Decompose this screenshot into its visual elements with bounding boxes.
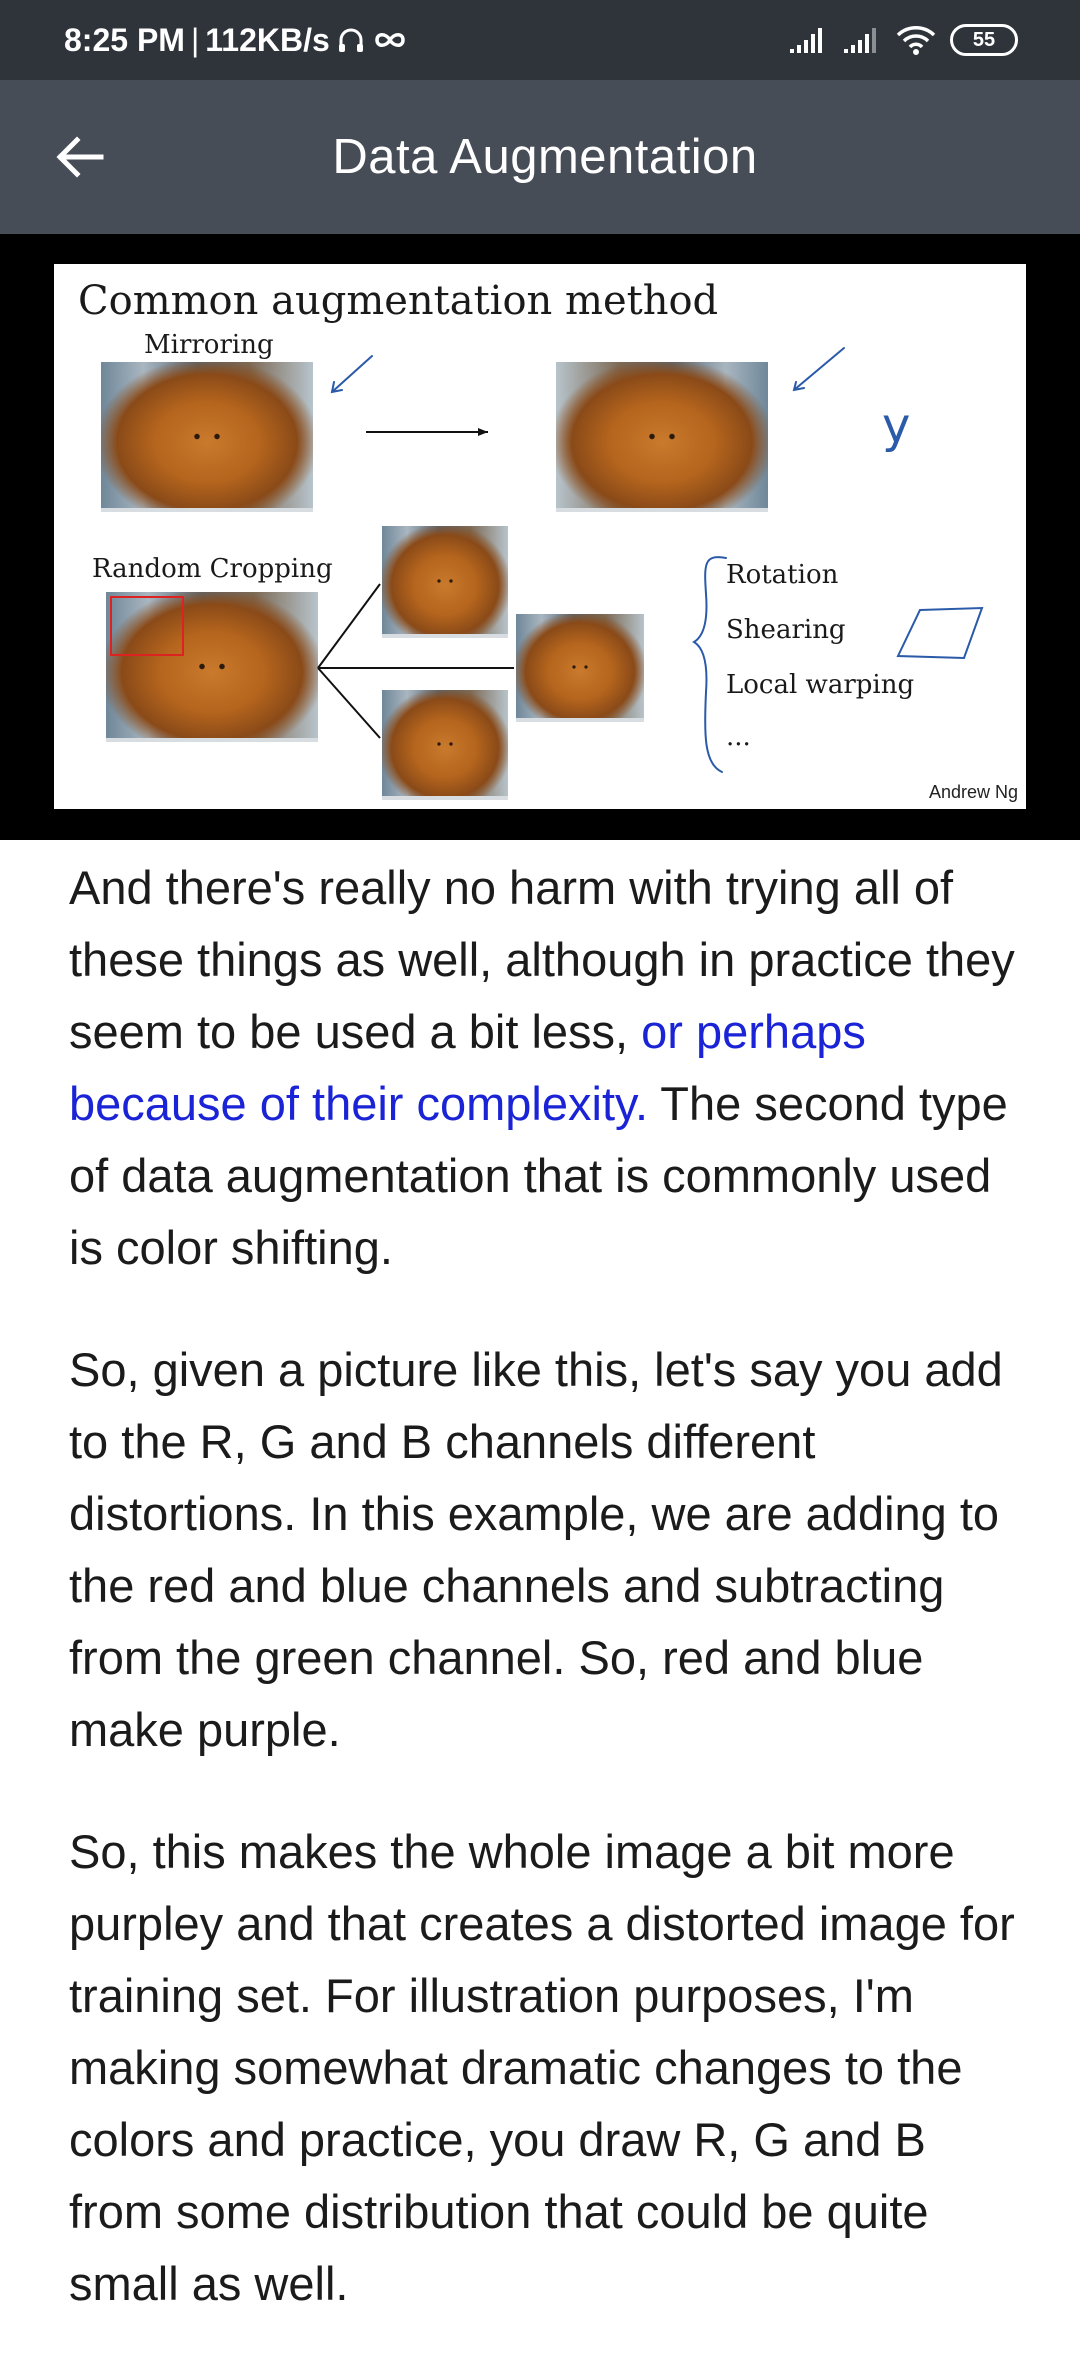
status-right: 55 bbox=[788, 0, 1018, 80]
transcript-text: So, this makes the whole image a bit mor… bbox=[69, 1825, 1015, 2310]
transcript: And there's really no harm with trying a… bbox=[69, 852, 1029, 2370]
slide-annotations: y bbox=[317, 347, 984, 773]
transcript-paragraph: And there's really no harm with trying a… bbox=[69, 852, 1029, 1284]
headphones-icon bbox=[338, 28, 363, 52]
network-speed: 112KB/s bbox=[205, 21, 330, 58]
slide-credit: Andrew Ng bbox=[928, 782, 1018, 802]
lecture-slide: Common augmentation method Mirroring Ran… bbox=[54, 264, 1026, 809]
battery-level: 55 bbox=[972, 28, 996, 51]
app-bar: Data Augmentation bbox=[0, 80, 1080, 234]
wifi-icon bbox=[896, 26, 936, 55]
page-title: Data Augmentation bbox=[332, 130, 758, 184]
back-button[interactable] bbox=[40, 117, 120, 197]
status-separator: | bbox=[190, 21, 200, 58]
method-local-warping: Local warping bbox=[726, 670, 915, 700]
signal-icon bbox=[790, 28, 822, 53]
method-shearing: Shearing bbox=[726, 615, 846, 645]
infinity-icon bbox=[375, 33, 405, 47]
annotation-letter: y bbox=[882, 398, 910, 454]
method-rotation: Rotation bbox=[726, 560, 839, 590]
status-left: 8:25 PM | 112KB/s bbox=[64, 0, 408, 80]
signal-icon bbox=[844, 28, 876, 53]
arrow-left-icon bbox=[56, 136, 104, 178]
video-player[interactable]: Common augmentation method Mirroring Ran… bbox=[0, 234, 1080, 840]
status-bar: 8:25 PM | 112KB/s 55 bbox=[0, 0, 1080, 80]
battery-indicator: 55 bbox=[950, 24, 1018, 56]
method-more: ... bbox=[726, 722, 751, 752]
transcript-text: So, given a picture like this, let's say… bbox=[69, 1343, 1003, 1756]
status-time: 8:25 PM bbox=[64, 21, 185, 58]
transcript-paragraph: So, given a picture like this, let's say… bbox=[69, 1334, 1029, 1766]
transcript-text: And there's really no harm with trying a… bbox=[69, 861, 1015, 1058]
transcript-paragraph: So, this makes the whole image a bit mor… bbox=[69, 1816, 1029, 2320]
